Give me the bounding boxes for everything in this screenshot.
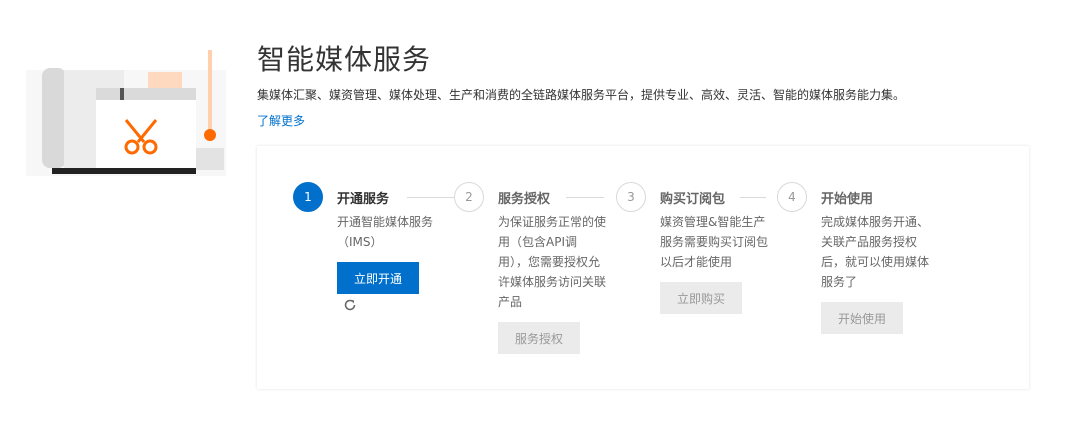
start-using-button[interactable]: 开始使用: [821, 302, 903, 334]
step-title: 开通服务: [337, 192, 390, 207]
step-description: 开通智能媒体服务（IMS）: [337, 215, 434, 249]
illustration-svg: [26, 50, 226, 176]
onboarding-steps-card: 1 开通服务 开通智能媒体服务（IMS） 立即开通 2 服务授权 为保证服务正常…: [257, 146, 1029, 389]
step-description: 媒资管理&智能生产服务需要购买订阅包以后才能使用: [660, 215, 769, 269]
media-service-illustration: [20, 40, 230, 180]
buy-now-button[interactable]: 立即购买: [660, 282, 742, 314]
step-connector: [566, 197, 604, 198]
learn-more-link[interactable]: 了解更多: [257, 112, 305, 129]
step-description: 为保证服务正常的使用（包含API调用），您需要授权允许媒体服务访问关联产品: [498, 215, 607, 309]
step-title: 开始使用: [821, 192, 874, 207]
page-title: 智能媒体服务: [257, 43, 432, 76]
step-description: 完成媒体服务开通、关联产品服务授权后，就可以使用媒体服务了: [821, 215, 930, 289]
step-connector: [740, 197, 766, 198]
refresh-icon[interactable]: [343, 298, 357, 312]
page-description: 集媒体汇聚、媒资管理、媒体处理、生产和消费的全链路媒体服务平台，提供专业、高效、…: [257, 88, 906, 102]
step-number-badge: 3: [616, 182, 646, 212]
service-authorization-button[interactable]: 服务授权: [498, 322, 580, 354]
step-title: 购买订阅包: [660, 192, 726, 207]
activate-now-button[interactable]: 立即开通: [337, 262, 419, 294]
step-number-badge: 4: [777, 182, 807, 212]
step-title: 服务授权: [498, 192, 551, 207]
step-number-badge: 2: [454, 182, 484, 212]
step-number-badge: 1: [293, 182, 323, 212]
step-connector: [407, 197, 455, 198]
